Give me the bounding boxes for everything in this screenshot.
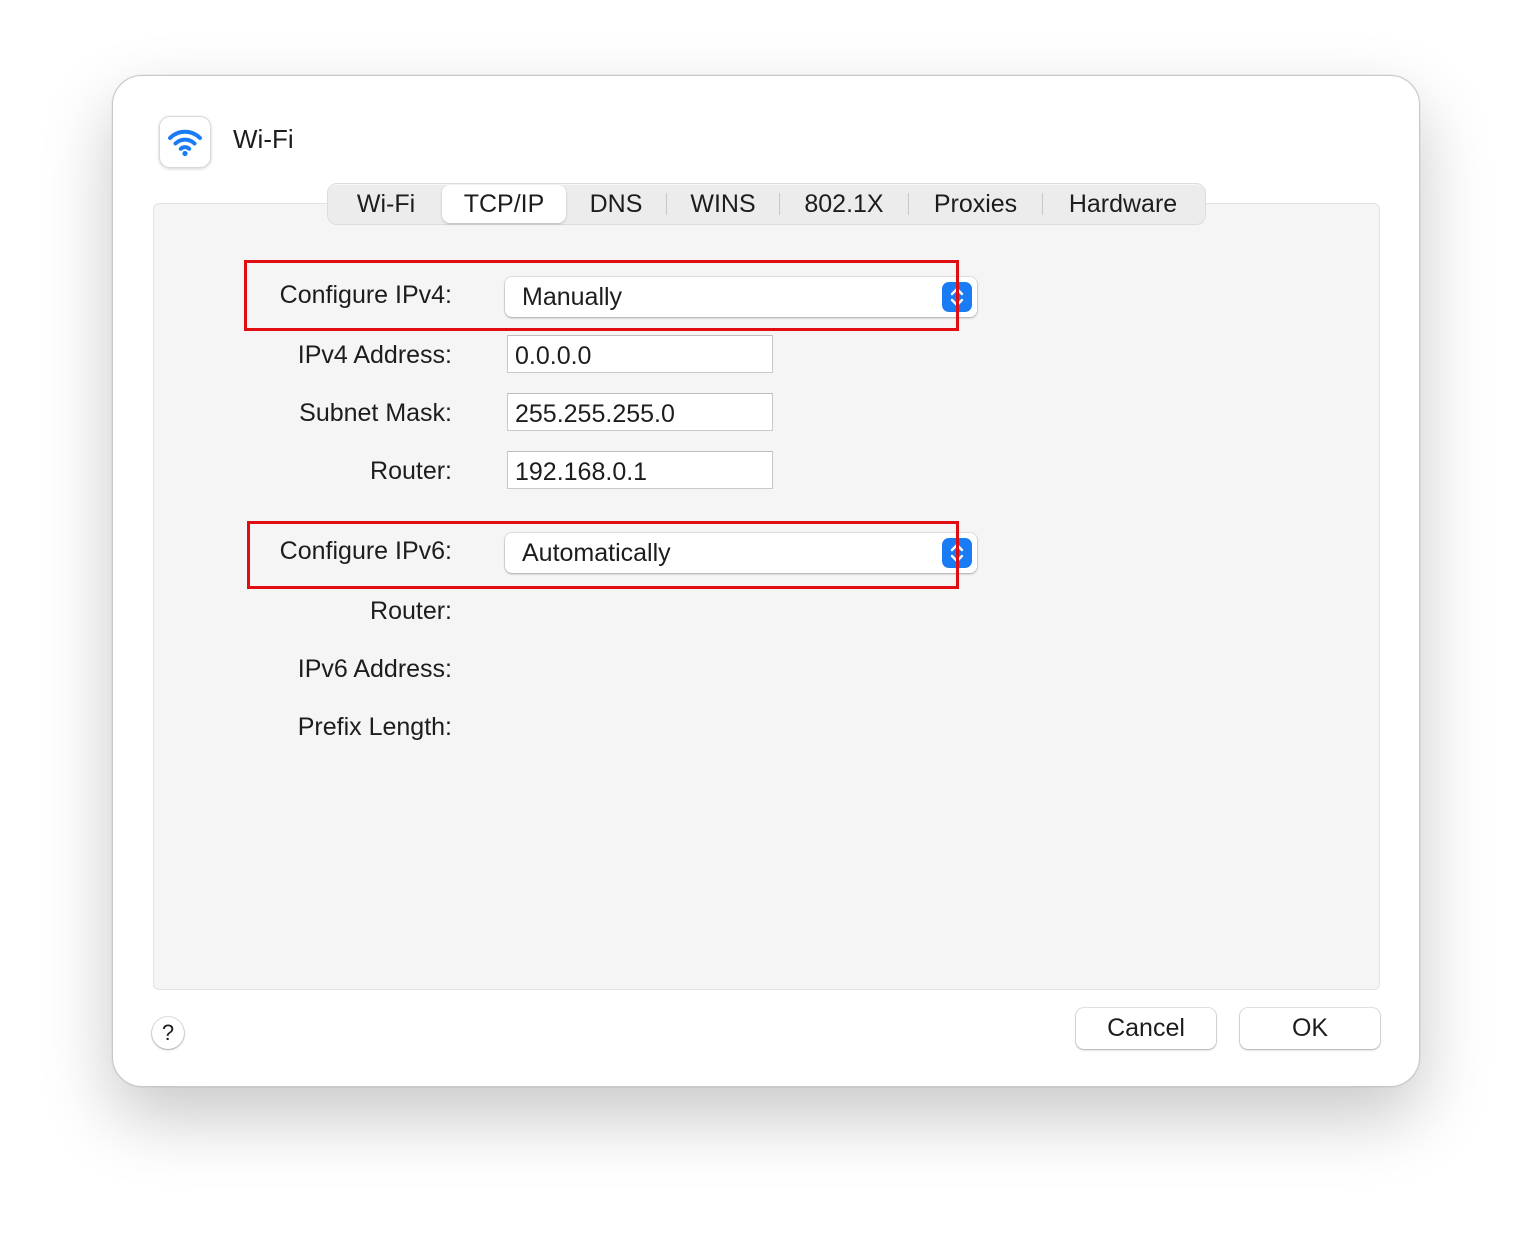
subnet-mask-field[interactable] bbox=[507, 393, 773, 431]
ipv6-address-label: IPv6 Address: bbox=[297, 655, 452, 683]
wifi-icon bbox=[159, 116, 211, 168]
cancel-button[interactable]: Cancel bbox=[1076, 1008, 1216, 1049]
tab-wins[interactable]: WINS bbox=[667, 185, 779, 223]
tab-wifi[interactable]: Wi-Fi bbox=[330, 185, 442, 223]
window-title: Wi-Fi bbox=[233, 124, 294, 154]
tab-bar: Wi-Fi TCP/IP DNS WINS 802.1X Proxies Har… bbox=[327, 183, 1206, 225]
ipv6-router-label: Router: bbox=[370, 597, 452, 625]
subnet-mask-label: Subnet Mask: bbox=[299, 399, 452, 427]
tab-tcp-ip[interactable]: TCP/IP bbox=[442, 185, 566, 223]
tab-802-1x[interactable]: 802.1X bbox=[780, 185, 908, 223]
ipv4-address-field[interactable] bbox=[507, 335, 773, 373]
help-button[interactable]: ? bbox=[152, 1017, 184, 1049]
prefix-length-label: Prefix Length: bbox=[297, 713, 452, 741]
tab-hardware[interactable]: Hardware bbox=[1043, 185, 1203, 223]
ipv6-highlight-box bbox=[247, 521, 959, 589]
tab-dns[interactable]: DNS bbox=[566, 185, 666, 223]
ipv4-address-label: IPv4 Address: bbox=[297, 341, 452, 369]
ipv4-router-label: Router: bbox=[370, 457, 452, 485]
ipv4-highlight-box bbox=[244, 260, 959, 331]
ok-button[interactable]: OK bbox=[1240, 1008, 1380, 1049]
ipv4-router-field[interactable] bbox=[507, 451, 773, 489]
network-advanced-dialog: Wi-Fi Configure IPv4: Manually IPv4 Addr… bbox=[112, 75, 1420, 1087]
tab-proxies[interactable]: Proxies bbox=[909, 185, 1042, 223]
